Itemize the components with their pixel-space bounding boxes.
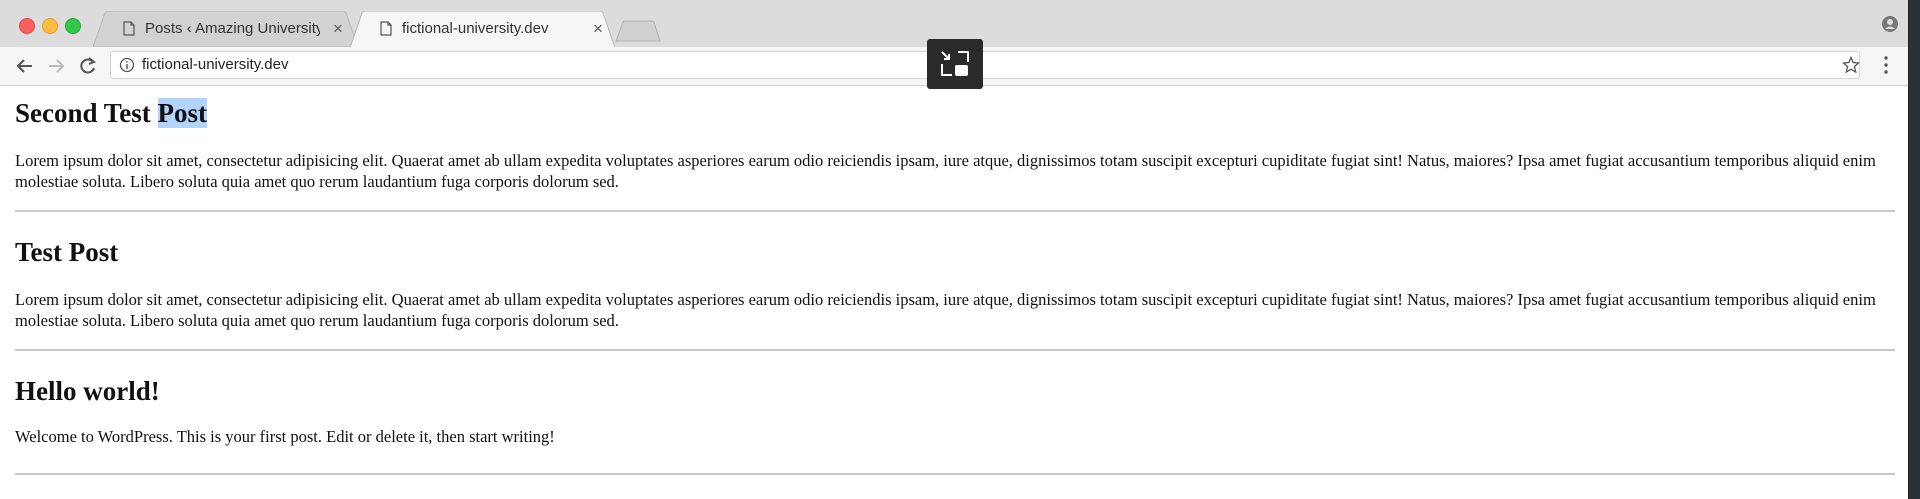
tab-close-icon[interactable]: × — [593, 19, 603, 39]
back-arrow-icon[interactable] — [15, 56, 35, 76]
tab-fictional-university[interactable]: fictional-university.dev × — [350, 11, 615, 47]
url-text[interactable]: fictional-university.dev — [142, 56, 288, 73]
tab-posts[interactable]: Posts ‹ Amazing University — × — [93, 11, 358, 47]
post-test-post: Test Post Lorem ipsum dolor sit amet, co… — [15, 212, 1895, 349]
address-bar[interactable]: fictional-university.dev — [110, 51, 1860, 79]
new-tab-icon[interactable] — [615, 20, 661, 42]
post-title[interactable]: Second Test Post — [15, 86, 1895, 140]
page-content: Second Test Post Lorem ipsum dolor sit a… — [15, 86, 1895, 475]
post-title-text: Second Test — [15, 98, 158, 128]
profile-icon[interactable] — [1881, 15, 1899, 33]
info-icon[interactable] — [119, 57, 135, 73]
post-divider — [15, 473, 1895, 475]
tab-close-icon[interactable]: × — [333, 19, 343, 39]
document-icon — [123, 21, 135, 36]
selected-text: Post — [157, 98, 208, 128]
minimize-window-icon[interactable] — [42, 18, 58, 34]
reload-icon[interactable] — [78, 56, 98, 76]
menu-dots-icon[interactable] — [1883, 55, 1889, 75]
exit-fullscreen-icon — [941, 51, 969, 76]
star-icon[interactable] — [1842, 56, 1860, 74]
forward-arrow-icon[interactable] — [46, 56, 66, 76]
browser-window: Posts ‹ Amazing University — × fictional… — [0, 0, 1909, 499]
post-body: Lorem ipsum dolor sit amet, consectetur … — [15, 151, 1876, 191]
post-title[interactable]: Test Post — [15, 225, 1895, 279]
document-icon — [380, 21, 392, 36]
tab-label: Posts ‹ Amazing University — — [145, 20, 320, 37]
post-hello-world: Hello world! Welcome to WordPress. This … — [15, 351, 1895, 473]
post-body: Welcome to WordPress. This is your first… — [15, 427, 555, 446]
post-title[interactable]: Hello world! — [15, 364, 1895, 418]
zoom-window-icon[interactable] — [65, 18, 81, 34]
post-second-test-post: Second Test Post Lorem ipsum dolor sit a… — [15, 86, 1895, 210]
post-body: Lorem ipsum dolor sit amet, consectetur … — [15, 290, 1876, 330]
tab-label: fictional-university.dev — [402, 20, 549, 37]
close-window-icon[interactable] — [19, 18, 35, 34]
exit-fullscreen-button[interactable] — [927, 39, 983, 89]
